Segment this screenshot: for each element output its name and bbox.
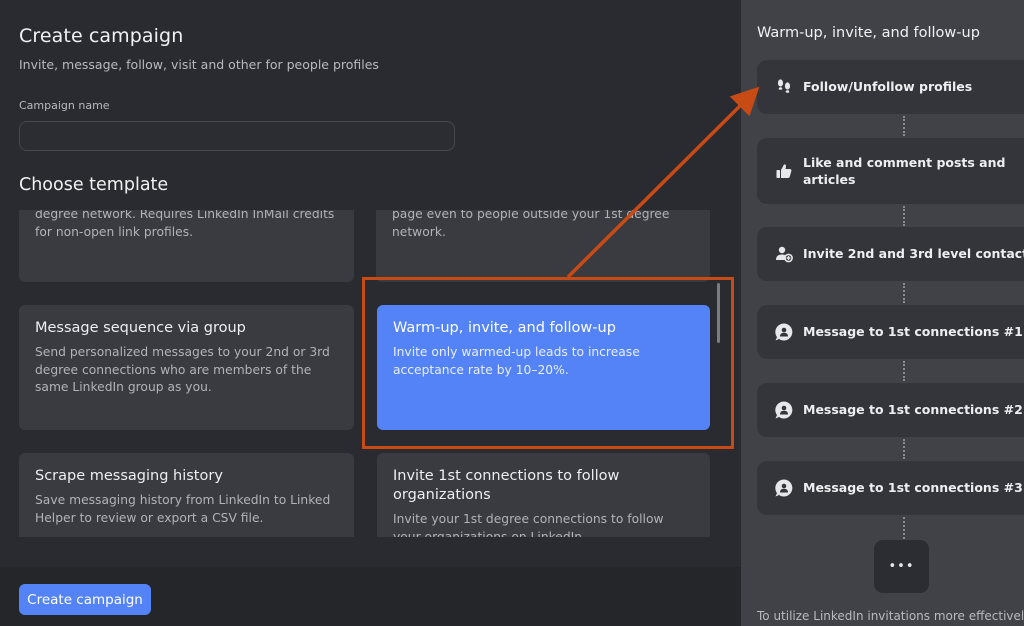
step-invite-contacts[interactable]: Invite 2nd and 3rd level contacts xyxy=(757,227,1024,281)
step-label: Like and comment posts and articles xyxy=(803,154,1006,188)
step-follow-unfollow[interactable]: Follow/Unfollow profiles xyxy=(757,60,1024,114)
annotation-highlight-box xyxy=(362,277,734,449)
more-icon: ••• xyxy=(888,559,915,574)
preview-title: Warm-up, invite, and follow-up xyxy=(757,25,980,41)
step-message-3[interactable]: Message to 1st connections #3 xyxy=(757,461,1024,515)
template-card-scrape-messaging-history[interactable]: Scrape messaging history Save messaging … xyxy=(19,453,354,537)
template-card[interactable]: degree network. Requires LinkedIn InMail… xyxy=(19,210,354,282)
step-connector xyxy=(903,517,905,539)
choose-template-title: Choose template xyxy=(19,175,169,195)
message-person-icon xyxy=(773,399,795,421)
message-person-icon xyxy=(773,321,795,343)
add-person-icon xyxy=(773,243,795,265)
step-connector xyxy=(903,361,905,381)
step-like-comment[interactable]: Like and comment posts and articles xyxy=(757,138,1024,204)
template-card-desc: Send personalized messages to your 2nd o… xyxy=(35,345,330,394)
template-card-title: Scrape messaging history xyxy=(35,468,223,484)
preview-footer-text: To utilize LinkedIn invitations more eff… xyxy=(757,609,1024,623)
create-campaign-button[interactable]: Create campaign xyxy=(19,584,151,615)
template-card-desc: Save messaging history from LinkedIn to … xyxy=(35,493,331,525)
template-card-invite-follow-organizations[interactable]: Invite 1st connections to follow organiz… xyxy=(377,453,710,537)
page-title: Create campaign xyxy=(19,25,184,47)
campaign-name-label: Campaign name xyxy=(19,99,110,112)
campaign-name-field[interactable] xyxy=(19,121,455,151)
thumbs-up-icon xyxy=(773,160,795,182)
step-connector xyxy=(903,206,905,226)
template-card-title: Invite 1st connections to follow organiz… xyxy=(393,468,620,503)
step-connector xyxy=(903,283,905,303)
template-card-desc: page even to people outside your 1st deg… xyxy=(392,210,670,239)
step-label: Message to 1st connections #2 xyxy=(803,402,1023,418)
step-label: Message to 1st connections #3 xyxy=(803,480,1023,496)
campaign-name-input[interactable] xyxy=(20,122,454,150)
step-message-2[interactable]: Message to 1st connections #2 xyxy=(757,383,1024,437)
step-label: Invite 2nd and 3rd level contacts xyxy=(803,246,1024,262)
step-message-1[interactable]: Message to 1st connections #1 xyxy=(757,305,1024,359)
more-steps-button[interactable]: ••• xyxy=(874,540,929,593)
step-label: Message to 1st connections #1 xyxy=(803,324,1023,340)
template-card-title: Message sequence via group xyxy=(35,320,246,336)
template-card-desc: degree network. Requires LinkedIn InMail… xyxy=(35,210,335,239)
footsteps-icon xyxy=(773,76,795,98)
step-connector xyxy=(903,439,905,459)
template-card[interactable]: page even to people outside your 1st deg… xyxy=(376,210,710,282)
step-label: Follow/Unfollow profiles xyxy=(803,79,973,95)
template-card-message-sequence-group[interactable]: Message sequence via group Send personal… xyxy=(19,305,354,430)
page-subtitle: Invite, message, follow, visit and other… xyxy=(19,57,379,72)
template-card-desc: Invite your 1st degree connections to fo… xyxy=(393,512,664,537)
message-person-icon xyxy=(773,477,795,499)
step-connector xyxy=(903,116,905,136)
template-preview-panel: Warm-up, invite, and follow-up Follow/Un… xyxy=(741,0,1024,626)
